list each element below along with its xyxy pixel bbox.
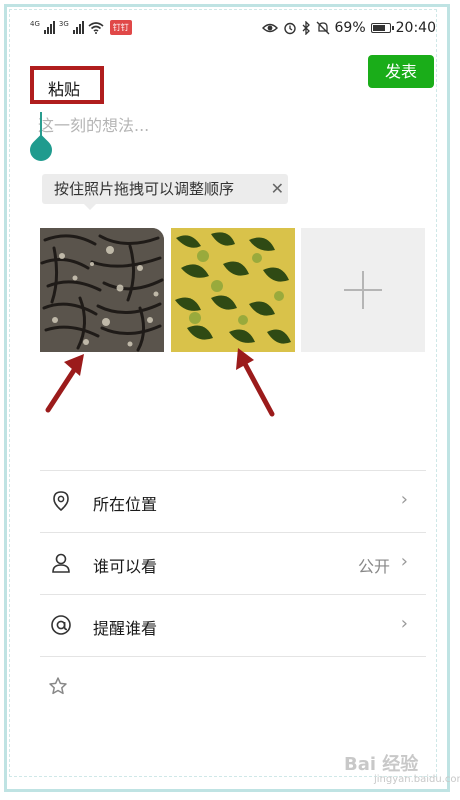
status-left: 4G 3G 钉钉 [30,20,132,35]
status-bar: 4G 3G 钉钉 69% 20:40 [30,18,440,42]
chevron-right-icon: › [400,489,408,510]
photo-thumbnail-1[interactable] [40,228,164,352]
mute-bell-icon [316,21,329,35]
option-mention-label: 提醒谁看 [93,619,158,638]
signal-type-2: 3G [58,19,69,28]
alarm-icon [283,22,296,35]
paste-label[interactable]: 粘贴 [48,76,80,100]
divider [40,656,426,657]
post-text-input[interactable]: 这一刻的想法... [38,112,428,142]
drag-hint-tooltip: 按住照片拖拽可以调整顺序 ✕ [42,174,288,210]
publish-button[interactable]: 发表 [368,55,434,88]
post-options-list: 所在位置 › 谁可以看 公开 › 提醒谁看 › [40,470,426,657]
status-right: 69% 20:40 [261,20,436,36]
annotation-arrow-2-icon [236,348,275,417]
chevron-right-icon: › [400,613,408,634]
tooltip-pointer [84,204,96,210]
bluetooth-icon [302,21,310,35]
signal-bars-2-icon [72,21,84,34]
add-photo-button[interactable] [301,228,425,352]
watermark: Bai 经验 jingyan.baidu.com [344,750,460,785]
option-location[interactable]: 所在位置 › [40,471,426,532]
option-visibility[interactable]: 谁可以看 公开 › [40,533,426,594]
photo-thumbnail-2[interactable] [171,228,295,352]
watermark-text: Bai 经验 [344,754,419,775]
wifi-icon [88,21,104,34]
plus-icon-vertical [362,271,364,309]
paste-popup[interactable]: 粘贴 [30,66,104,104]
option-visibility-value: 公开 [357,557,390,576]
watermark-sub: jingyan.baidu.com [374,774,460,785]
star-icon[interactable] [48,676,68,696]
app-notification-badge: 钉钉 [109,20,132,35]
annotation-arrow-1-icon [45,354,84,413]
clock-time: 20:40 [395,20,436,36]
option-mention[interactable]: 提醒谁看 › [40,595,426,656]
eye-icon [261,23,278,33]
signal-type-1: 4G [30,19,40,28]
at-icon [51,615,71,635]
battery-percent: 69% [334,20,366,36]
close-icon[interactable]: ✕ [271,174,284,204]
battery-icon [370,23,394,33]
option-location-label: 所在位置 [93,495,158,514]
photo-1-image [40,228,164,352]
chevron-right-icon: › [400,551,408,572]
photo-2-image [171,228,295,352]
signal-bars-1-icon [43,21,55,34]
person-icon [52,553,70,573]
location-icon [53,491,69,512]
option-visibility-label: 谁可以看 [93,557,158,576]
drag-hint-text: 按住照片拖拽可以调整顺序 [54,180,235,198]
